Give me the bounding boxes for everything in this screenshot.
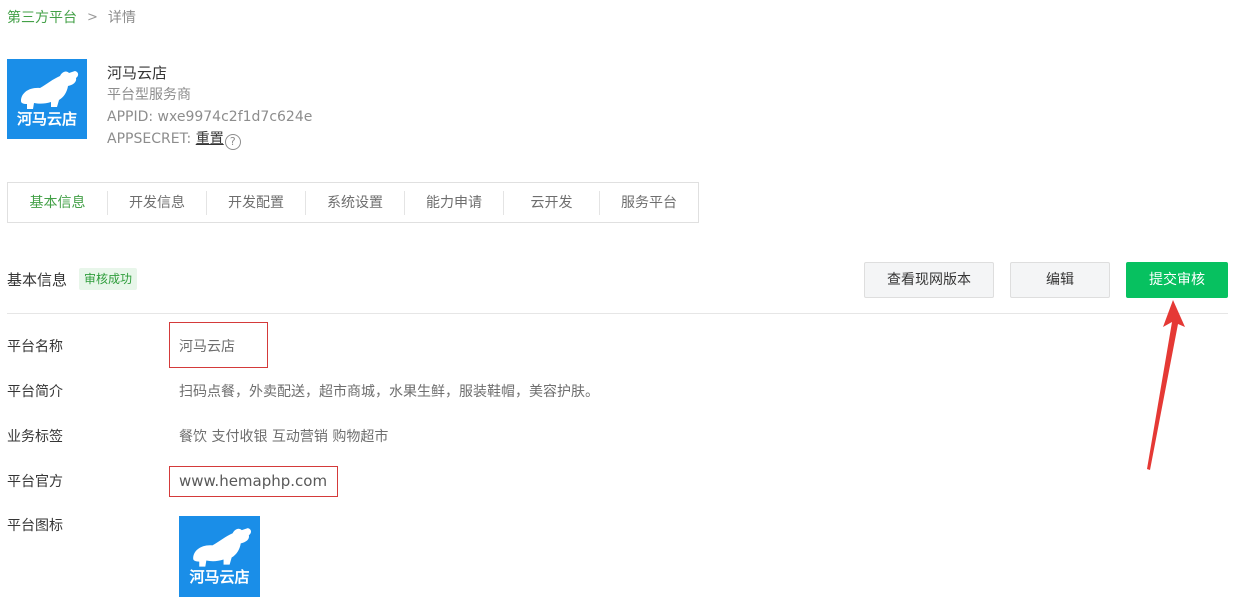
tab-dev-config[interactable]: 开发配置 xyxy=(207,190,306,215)
page: 第三方平台 > 详情 河马云店 河马云店 平台型服务商 APPID: wxe99… xyxy=(0,0,1259,604)
account-info: 河马云店 平台型服务商 APPID: wxe9974c2f1d7c624e AP… xyxy=(107,62,312,150)
tab-bar: 基本信息 开发信息 开发配置 系统设置 能力申请 云开发 服务平台 xyxy=(7,182,699,223)
field-label-website: 平台官方 xyxy=(7,474,63,490)
breadcrumb: 第三方平台 > 详情 xyxy=(7,8,136,28)
field-label-tags: 业务标签 xyxy=(7,429,63,445)
field-label-icon: 平台图标 xyxy=(7,518,63,534)
tab-capability-apply[interactable]: 能力申请 xyxy=(405,190,504,215)
tab-cloud-dev[interactable]: 云开发 xyxy=(504,190,600,215)
tab-basic-info[interactable]: 基本信息 xyxy=(8,190,108,215)
breadcrumb-parent-link[interactable]: 第三方平台 xyxy=(7,8,77,28)
breadcrumb-separator: > xyxy=(87,10,98,25)
account-name: 河马云店 xyxy=(107,64,168,82)
field-value-tags: 餐饮 支付收银 互动营销 购物超市 xyxy=(179,429,389,445)
edit-button[interactable]: 编辑 xyxy=(1010,262,1110,298)
appsecret-label: APPSECRET: xyxy=(107,131,192,147)
annotation-box-website xyxy=(169,466,338,497)
submit-review-button[interactable]: 提交审核 xyxy=(1126,262,1228,298)
tab-system-settings[interactable]: 系统设置 xyxy=(306,190,405,215)
field-label-name: 平台名称 xyxy=(7,339,63,355)
status-badge: 审核成功 xyxy=(79,268,138,290)
platform-icon-image: 河马云店 xyxy=(179,516,260,597)
account-appid: APPID: wxe9974c2f1d7c624e xyxy=(107,109,313,125)
section-title: 基本信息 xyxy=(7,271,68,289)
tab-service-platform[interactable]: 服务平台 xyxy=(600,191,698,215)
logo-text: 河马云店 xyxy=(16,110,77,128)
account-type: 平台型服务商 xyxy=(107,87,191,103)
breadcrumb-current: 详情 xyxy=(107,10,136,26)
platform-logo: 河马云店 xyxy=(7,59,87,139)
tab-dev-info[interactable]: 开发信息 xyxy=(108,190,207,215)
account-appsecret: APPSECRET: 重置? xyxy=(107,128,312,150)
section-divider xyxy=(7,313,1228,314)
field-label-intro: 平台简介 xyxy=(7,384,63,400)
field-value-intro: 扫码点餐，外卖配送，超市商城，水果生鲜，服装鞋帽，美容护肤。 xyxy=(179,384,599,400)
annotation-box-name xyxy=(169,322,268,368)
reset-secret-link[interactable]: 重置 xyxy=(196,131,224,147)
annotation-arrow-icon xyxy=(1147,300,1185,470)
view-current-version-button[interactable]: 查看现网版本 xyxy=(864,262,994,298)
question-circle-icon[interactable]: ? xyxy=(224,134,241,150)
logo-text: 河马云店 xyxy=(189,568,250,586)
